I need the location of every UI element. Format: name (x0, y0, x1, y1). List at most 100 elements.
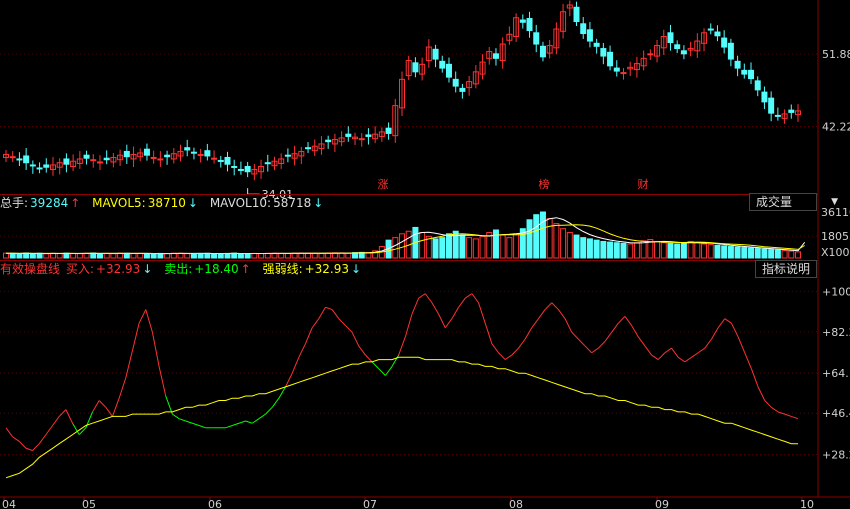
volume-bar (76, 253, 83, 259)
volume-bar (553, 223, 560, 259)
mavol10-label: MAVOL10: (209, 196, 272, 210)
volume-bar (16, 253, 23, 259)
buy-sell-line-segment (178, 418, 186, 422)
candle-body (211, 157, 218, 160)
total-label: 总手: (0, 196, 29, 210)
buy-sell-line-segment (631, 325, 639, 338)
mavol10-value: 58718 (273, 196, 312, 210)
buy-sell-line-segment (578, 338, 586, 347)
volume-bar (217, 253, 224, 259)
buy-sell-line-segment (351, 332, 360, 347)
price-axis-label: 51.88 (822, 48, 850, 61)
buy-sell-line-segment (644, 345, 652, 356)
buy-sell-line-segment (404, 313, 413, 337)
volume-bar (492, 229, 499, 259)
candle-body (788, 109, 795, 113)
volume-bar (237, 253, 244, 259)
volume-bar (49, 252, 56, 259)
volume-bar (291, 252, 298, 259)
candle-body (29, 164, 36, 167)
candle-body (325, 139, 332, 143)
candle-body (613, 67, 620, 72)
buy-sell-line-segment (464, 293, 473, 299)
volume-bar (707, 244, 714, 259)
buy-sell-line-segment (498, 352, 506, 360)
buy-sell-line-segment (38, 434, 47, 445)
indicator-axis-label: +46.4 (822, 407, 850, 420)
candle-body (573, 6, 580, 23)
buy-sell-line-segment (311, 318, 320, 329)
volume-bar (513, 233, 520, 259)
down-arrow-icon: ↓ (187, 196, 198, 210)
buy-sell-line-segment (684, 356, 692, 363)
buy-sell-line-segment (431, 302, 440, 315)
buy-sell-line-segment (664, 347, 672, 354)
buy-sell-line-segment (411, 297, 420, 315)
volume-bar (224, 252, 231, 259)
buy-sell-line-segment (544, 302, 553, 310)
volume-bar (157, 252, 164, 259)
indicator-axis-label: +28.2 (822, 449, 850, 462)
x-axis-label: 04 (2, 498, 16, 509)
volume-bar (70, 252, 77, 259)
buy-sell-line-segment (750, 368, 759, 388)
volume-bar (56, 253, 63, 259)
buy-sell-line-segment (757, 386, 766, 401)
volume-bar (96, 253, 103, 259)
buy-sell-line-segment (151, 332, 160, 367)
buy-sell-line-segment (258, 413, 266, 420)
volume-bar (472, 238, 479, 259)
candle-body (452, 78, 459, 87)
volume-bar (123, 252, 130, 259)
down-arrow-icon: ↓ (351, 262, 362, 276)
volume-bar (600, 240, 607, 259)
volume-dropdown[interactable]: 成交量 ▼ (749, 193, 838, 211)
volume-bar (607, 241, 614, 259)
buy-sell-line-segment (551, 302, 559, 310)
buy-sell-line-segment (12, 436, 20, 442)
candle-body (714, 31, 721, 37)
candle-body (231, 165, 238, 168)
buy-sell-line-segment (451, 307, 460, 319)
buy-sell-line-segment (677, 356, 686, 363)
sell-label: 卖出: (164, 262, 193, 276)
strong-weak-line (5, 356, 798, 479)
volume-bar (640, 240, 647, 259)
candle-body (459, 87, 466, 92)
candle-body (90, 159, 97, 162)
volume-bar (345, 252, 352, 259)
volume-bar (795, 251, 801, 259)
candle-body (123, 150, 130, 158)
volume-bar (714, 244, 721, 259)
candle-body (741, 69, 748, 75)
volume-bar (110, 253, 117, 259)
volume-bar (774, 249, 781, 259)
buy-sell-line-segment (305, 327, 313, 344)
volume-bar (748, 247, 755, 259)
volume-bar (546, 218, 553, 259)
strong-value: +32.93 (304, 262, 350, 276)
candle-body (607, 51, 614, 67)
buy-sell-line-segment (524, 327, 533, 340)
buy-sell-line-segment (185, 420, 193, 424)
buy-sell-line-segment (511, 347, 519, 356)
volume-bar (533, 214, 540, 259)
volume-bar (278, 252, 285, 259)
buy-sell-line-segment (724, 318, 732, 324)
price-axis-label: 42.22 (822, 121, 850, 134)
volume-bar (613, 242, 620, 259)
volume-bar (177, 252, 184, 259)
volume-bar (190, 253, 197, 259)
volume-bar (761, 248, 768, 259)
buy-sell-line-segment (192, 422, 200, 426)
buy-sell-line-segment (771, 406, 779, 413)
candle-body (727, 42, 734, 60)
candle-body (365, 134, 372, 137)
volume-bar (499, 234, 506, 259)
volume-bar (29, 253, 36, 259)
buy-sell-line-segment (438, 313, 446, 328)
indicator-help-button[interactable]: 指标说明 (754, 260, 817, 278)
candle-body (197, 153, 204, 156)
buy-sell-line-segment (791, 415, 799, 420)
buy-sell-line-segment (145, 309, 153, 333)
